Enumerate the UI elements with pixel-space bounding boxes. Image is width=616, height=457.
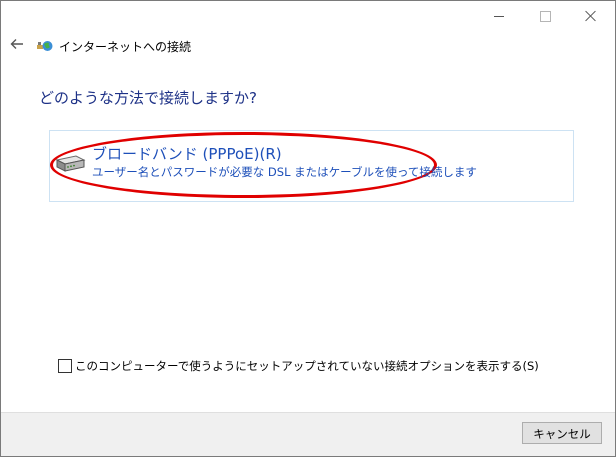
minimize-icon (494, 15, 504, 17)
window-title: インターネットへの接続 (59, 40, 192, 54)
show-unconfigured-options-checkbox[interactable] (58, 359, 72, 373)
maximize-icon (539, 10, 551, 22)
option-description: ユーザー名とパスワードが必要な DSL またはケーブルを使って接続します (92, 165, 477, 179)
connection-wizard-window: インターネットへの接続 どのような方法で接続しますか? ブロードバンド (PPP… (0, 0, 616, 457)
maximize-button[interactable] (522, 1, 568, 31)
checkbox-label[interactable]: このコンピューターで使うようにセットアップされていない接続オプションを表示する(… (75, 358, 539, 374)
modem-icon (55, 155, 86, 172)
close-icon (585, 10, 597, 22)
network-globe-icon (37, 41, 53, 51)
option-title[interactable]: ブロードバンド (PPPoE)(R) (92, 143, 282, 164)
close-button[interactable] (568, 1, 614, 31)
back-arrow-icon (10, 39, 23, 49)
minimize-button[interactable] (476, 1, 522, 31)
cancel-button[interactable]: キャンセル (522, 422, 602, 444)
page-heading: どのような方法で接続しますか? (39, 89, 257, 107)
back-button[interactable] (8, 37, 26, 55)
